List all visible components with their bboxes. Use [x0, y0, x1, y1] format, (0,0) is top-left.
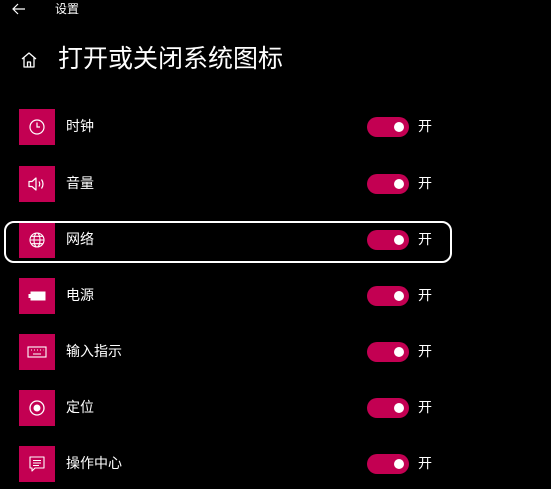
item-label-location: 定位: [66, 400, 94, 416]
item-label-power: 电源: [66, 288, 94, 304]
list-item-volume: 音量 开: [0, 164, 551, 204]
item-label-action-center: 操作中心: [66, 456, 122, 472]
clock-tile: [19, 109, 55, 145]
toggle-state-clock: 开: [418, 119, 432, 135]
item-label-clock: 时钟: [66, 119, 94, 135]
keyboard-icon: [27, 346, 47, 358]
list-item-power: 电源 开: [0, 276, 551, 316]
toggle-knob: [394, 403, 404, 413]
input-indicator-tile: [19, 334, 55, 370]
toggle-knob: [394, 179, 404, 189]
toggle-location[interactable]: [367, 398, 409, 418]
toggle-power[interactable]: [367, 286, 409, 306]
power-tile: [19, 278, 55, 314]
location-tile: [19, 390, 55, 426]
toggle-knob: [394, 291, 404, 301]
speaker-icon: [28, 177, 44, 191]
toggle-state-volume: 开: [418, 176, 432, 192]
battery-icon: [28, 291, 46, 301]
location-icon: [29, 400, 45, 416]
toggle-clock[interactable]: [367, 117, 409, 137]
volume-tile: [19, 166, 55, 202]
toggle-state-power: 开: [418, 288, 432, 304]
action-center-icon: [29, 456, 45, 472]
toggle-input-indicator[interactable]: [367, 342, 409, 362]
toggle-knob: [394, 122, 404, 132]
toggle-action-center[interactable]: [367, 454, 409, 474]
action-center-tile: [19, 446, 55, 482]
clock-icon: [29, 119, 45, 135]
toggle-state-input-indicator: 开: [418, 344, 432, 360]
list-item-action-center: 操作中心 开: [0, 444, 551, 484]
toggle-state-action-center: 开: [418, 456, 432, 472]
highlight-box-network: [4, 221, 452, 263]
toggle-state-location: 开: [418, 400, 432, 416]
item-label-volume: 音量: [66, 176, 94, 192]
toggle-knob: [394, 347, 404, 357]
list-item-location: 定位 开: [0, 388, 551, 428]
item-label-input-indicator: 输入指示: [66, 344, 122, 360]
list-item-input-indicator: 输入指示 开: [0, 332, 551, 372]
list-item-clock: 时钟 开: [0, 107, 551, 147]
toggle-volume[interactable]: [367, 174, 409, 194]
toggle-knob: [394, 459, 404, 469]
